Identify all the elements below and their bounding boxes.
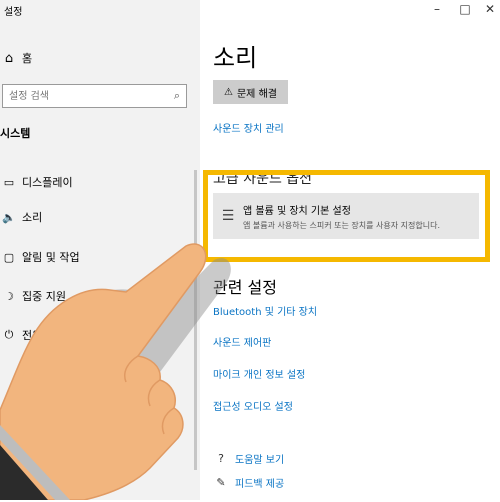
pointing-hand-icon bbox=[0, 243, 231, 500]
